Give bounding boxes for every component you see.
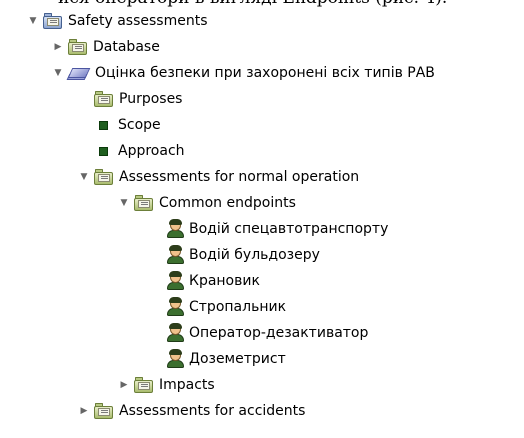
tree-item-endpoint[interactable]: Водій спецавтотранспорту bbox=[166, 216, 388, 242]
book-icon bbox=[66, 64, 91, 82]
tree-item-label: Scope bbox=[118, 117, 161, 133]
tree-item-label: Common endpoints bbox=[159, 195, 296, 211]
tree-item-label: Доземетрист bbox=[189, 351, 286, 367]
tree-item-purposes[interactable]: Purposes bbox=[94, 86, 182, 112]
tree-item-common-endpoints[interactable]: ▼ Common endpoints bbox=[118, 190, 296, 216]
folder-icon bbox=[94, 90, 114, 108]
tree-item-label: Водій бульдозеру bbox=[189, 247, 320, 263]
tree-item-assessments-normal-operation[interactable]: ▼ Assessments for normal operation bbox=[78, 164, 359, 190]
tree-item-approach[interactable]: Approach bbox=[96, 138, 185, 164]
expanded-arrow-icon[interactable]: ▼ bbox=[118, 190, 130, 216]
tree-item-label: Оцінка безпеки при захоронені всіх типів… bbox=[95, 65, 435, 81]
tree-item-label: Impacts bbox=[159, 377, 215, 393]
tree-item-label: Assessments for normal operation bbox=[119, 169, 360, 185]
collapsed-arrow-icon[interactable]: ▶ bbox=[78, 398, 90, 424]
tree-item-endpoint[interactable]: Водій бульдозеру bbox=[166, 242, 320, 268]
collapsed-arrow-icon[interactable]: ▶ bbox=[118, 372, 130, 398]
tree-item-endpoint[interactable]: Доземетрист bbox=[166, 346, 286, 372]
person-icon bbox=[166, 297, 184, 317]
tree-item-label: Оператор-дезактиватор bbox=[189, 325, 369, 341]
tree-item-label: Водій спецавтотранспорту bbox=[189, 221, 389, 237]
tree-item-scope[interactable]: Scope bbox=[96, 112, 161, 138]
tree-item-impacts[interactable]: ▶ Impacts bbox=[118, 372, 215, 398]
tree-item-assessments-accidents[interactable]: ▶ Assessments for accidents bbox=[78, 398, 305, 424]
expanded-arrow-icon[interactable]: ▼ bbox=[78, 164, 90, 190]
square-icon bbox=[96, 116, 110, 134]
folder-icon bbox=[94, 402, 114, 420]
tree-item-label: Database bbox=[93, 39, 160, 55]
tree-item-label: Safety assessments bbox=[68, 13, 208, 29]
tree-item-label: Стропальник bbox=[189, 299, 287, 315]
tree-item-endpoint[interactable]: Стропальник bbox=[166, 294, 286, 320]
person-icon bbox=[166, 271, 184, 291]
tree-item-label: Крановик bbox=[189, 273, 260, 289]
square-icon bbox=[96, 142, 110, 160]
collapsed-arrow-icon[interactable]: ▶ bbox=[52, 34, 64, 60]
tree-item-label: Purposes bbox=[119, 91, 183, 107]
tree-item-safety-assessment-all-rav[interactable]: ▼ Оцінка безпеки при захоронені всіх тип… bbox=[52, 60, 435, 86]
tree-item-label: Approach bbox=[118, 143, 185, 159]
tree-item-safety-assessments[interactable]: ▼ Safety assessments bbox=[27, 8, 208, 34]
person-icon bbox=[166, 323, 184, 343]
tree-item-label: Assessments for accidents bbox=[119, 403, 306, 419]
document-caption-fragment: ися оператори в вигляді Endpoints (рис. … bbox=[0, 0, 524, 8]
expanded-arrow-icon[interactable]: ▼ bbox=[27, 8, 39, 34]
tree-item-endpoint[interactable]: Крановик bbox=[166, 268, 260, 294]
person-icon bbox=[166, 245, 184, 265]
folder-icon bbox=[94, 168, 114, 186]
expanded-arrow-icon[interactable]: ▼ bbox=[52, 60, 64, 86]
person-icon bbox=[166, 219, 184, 239]
folder-icon bbox=[134, 376, 154, 394]
folder-icon bbox=[68, 38, 88, 56]
tree-item-database[interactable]: ▶ Database bbox=[52, 34, 160, 60]
tree-item-endpoint[interactable]: Оператор-дезактиватор bbox=[166, 320, 368, 346]
folder-icon bbox=[43, 12, 63, 30]
person-icon bbox=[166, 349, 184, 369]
folder-icon bbox=[134, 194, 154, 212]
